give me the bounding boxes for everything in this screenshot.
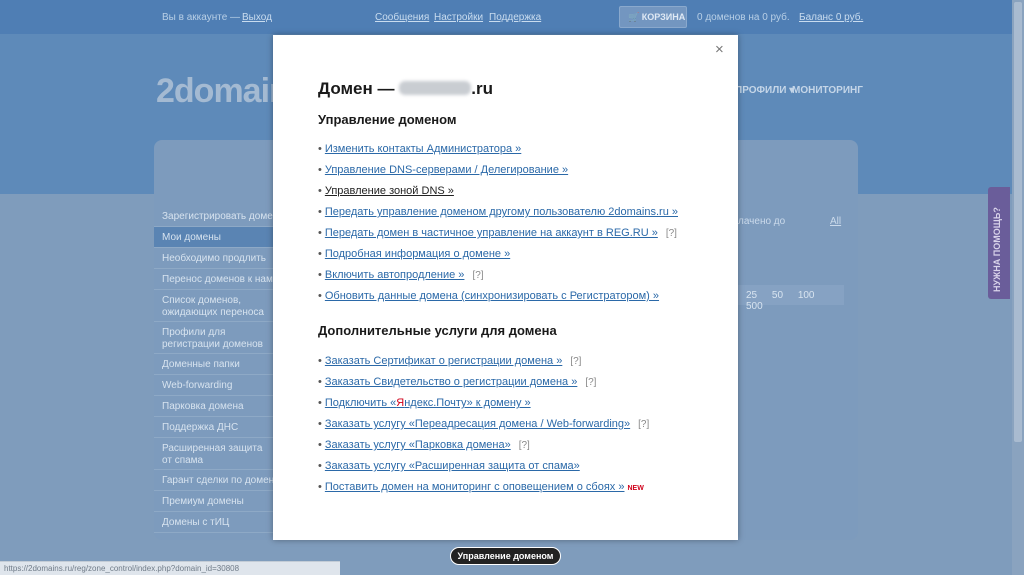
logged-in-text: Вы в аккаунте — [162, 12, 241, 23]
sidebar-item-folders[interactable]: Доменные папки [154, 354, 274, 375]
sidebar-item-register[interactable]: Зарегистрировать домен [154, 206, 274, 227]
sidebar: Зарегистрировать домен Мои домены Необхо… [154, 206, 274, 533]
list-item: • Изменить контакты Администратора » [318, 143, 522, 155]
nav-profiles[interactable]: ПРОФИЛИ ▾ [735, 85, 794, 96]
order-spam-protection-link[interactable]: Заказать услугу «Расширенная защита от с… [325, 460, 580, 472]
list-item: • Подключить «Яндекс.Почту» к домену » [318, 397, 531, 409]
domain-details-link[interactable]: Подробная информация о домене » [325, 248, 510, 260]
sidebar-item-my-domains[interactable]: Мои домены [154, 227, 274, 248]
help-link[interactable]: [?] [472, 270, 483, 281]
pager-50[interactable]: 50 [772, 290, 783, 301]
column-all[interactable]: All [830, 216, 841, 227]
cart-button[interactable]: 🛒 КОРЗИНА [619, 6, 687, 28]
site-topbar: Вы в аккаунте — Выход Сообщения Настройк… [0, 0, 1024, 34]
list-item: • Подробная информация о домене » [318, 248, 511, 260]
domain-modal: × Домен — .ru Управление доменом • Измени… [273, 35, 738, 540]
list-item: • Поставить домен на мониторинг с оповеще… [318, 481, 644, 493]
list-item: • Заказать услугу «Переадресация домена /… [318, 418, 650, 430]
manage-domain-pill[interactable]: Управление доменом [450, 547, 561, 565]
list-item: • Заказать Свидетельство о регистрации до… [318, 376, 597, 388]
order-certificate-link[interactable]: Заказать Сертификат о регистрации домена… [325, 355, 562, 367]
modal-title: Домен — .ru [318, 79, 493, 98]
monitoring-link[interactable]: Поставить домен на мониторинг с оповещен… [325, 481, 625, 493]
page-scrollbar[interactable] [1012, 0, 1024, 575]
cart-status: 0 доменов на 0 руб. [697, 12, 790, 23]
logout-link[interactable]: Выход [242, 12, 272, 23]
pager-500[interactable]: 500 [746, 301, 763, 312]
pager-25[interactable]: 25 [746, 290, 757, 301]
dns-servers-link[interactable]: Управление DNS-серверами / Делегирование… [325, 164, 568, 176]
help-tab[interactable]: НУЖНА ПОМОЩЬ? [988, 187, 1010, 299]
close-icon[interactable]: × [715, 41, 724, 59]
pager-100[interactable]: 100 [798, 290, 815, 301]
list-item: • Обновить данные домена (синхронизироват… [318, 290, 660, 302]
order-registration-certificate-link[interactable]: Заказать Свидетельство о регистрации дом… [325, 376, 577, 388]
list-item: • Передать домен в частичное управление н… [318, 227, 677, 239]
browser-status-url: https://2domains.ru/reg/zone_control/ind… [0, 561, 340, 575]
help-link[interactable]: [?] [585, 377, 596, 388]
list-item: • Передать управление доменом другому пол… [318, 206, 678, 218]
pager: 25 50 100 500 [734, 285, 844, 312]
yandex-mail-link[interactable]: Подключить «Яндекс.Почту» к домену » [325, 397, 531, 409]
help-link[interactable]: [?] [570, 356, 581, 367]
section-title-domain-management: Управление доменом [318, 112, 457, 127]
sidebar-item-transfer[interactable]: Перенос доменов к нам [154, 269, 274, 290]
transfer-to-user-link[interactable]: Передать управление доменом другому поль… [325, 206, 678, 218]
sync-registrar-link[interactable]: Обновить данные домена (синхронизировать… [325, 290, 659, 302]
column-paid-until[interactable]: лачено до [738, 216, 785, 227]
sidebar-item-premium[interactable]: Премиум домены [154, 491, 274, 512]
list-item: • Заказать Сертификат о регистрации домен… [318, 355, 582, 367]
list-item: • Включить автопродление » [?] [318, 269, 484, 281]
sidebar-item-spam-protection[interactable]: Расширенная защита от спама [154, 438, 274, 470]
order-web-forwarding-link[interactable]: Заказать услугу «Переадресация домена / … [325, 418, 630, 430]
settings-link[interactable]: Настройки [434, 12, 483, 23]
domain-management-list: • Изменить контакты Администратора » • Упр… [318, 143, 678, 311]
sidebar-item-web-forwarding[interactable]: Web-forwarding [154, 375, 274, 396]
sidebar-item-tic[interactable]: Домены с тИЦ [154, 512, 274, 533]
sidebar-item-escrow[interactable]: Гарант сделки по домену [154, 470, 274, 491]
new-badge: NEW [627, 485, 644, 492]
help-link[interactable]: [?] [519, 440, 530, 451]
autorenew-link[interactable]: Включить автопродление » [325, 269, 465, 281]
scrollbar-thumb[interactable] [1014, 2, 1022, 442]
list-item: • Заказать услугу «Расширенная защита от … [318, 460, 580, 472]
nav-monitoring[interactable]: МОНИТОРИНГ [792, 85, 863, 96]
support-link[interactable]: Поддержка [489, 12, 541, 23]
section-title-additional-services: Дополнительные услуги для домена [318, 323, 557, 338]
cart-icon: 🛒 [628, 12, 640, 22]
sidebar-item-parking[interactable]: Парковка домена [154, 396, 274, 417]
sidebar-item-profiles[interactable]: Профили для регистрации доменов [154, 322, 274, 354]
partial-control-regru-link[interactable]: Передать домен в частичное управление на… [325, 227, 658, 239]
additional-services-list: • Заказать Сертификат о регистрации домен… [318, 355, 649, 502]
dns-zone-link[interactable]: Управление зоной DNS » [325, 185, 454, 197]
sidebar-item-renew[interactable]: Необходимо продлить [154, 248, 274, 269]
help-link[interactable]: [?] [666, 228, 677, 239]
list-item: • Управление зоной DNS » [318, 185, 454, 197]
change-admin-contacts-link[interactable]: Изменить контакты Администратора » [325, 143, 521, 155]
sidebar-item-pending-transfer[interactable]: Список доменов, ожидающих переноса [154, 290, 274, 322]
order-parking-link[interactable]: Заказать услугу «Парковка домена» [325, 439, 511, 451]
messages-link[interactable]: Сообщения [375, 12, 429, 23]
list-item: • Заказать услугу «Парковка домена» [?] [318, 439, 530, 451]
help-link[interactable]: [?] [638, 419, 649, 430]
sidebar-item-dns-support[interactable]: Поддержка ДНС [154, 417, 274, 438]
balance-link[interactable]: Баланс 0 руб. [799, 12, 863, 23]
list-item: • Управление DNS-серверами / Делегировани… [318, 164, 569, 176]
redacted-domain-name [399, 81, 472, 95]
